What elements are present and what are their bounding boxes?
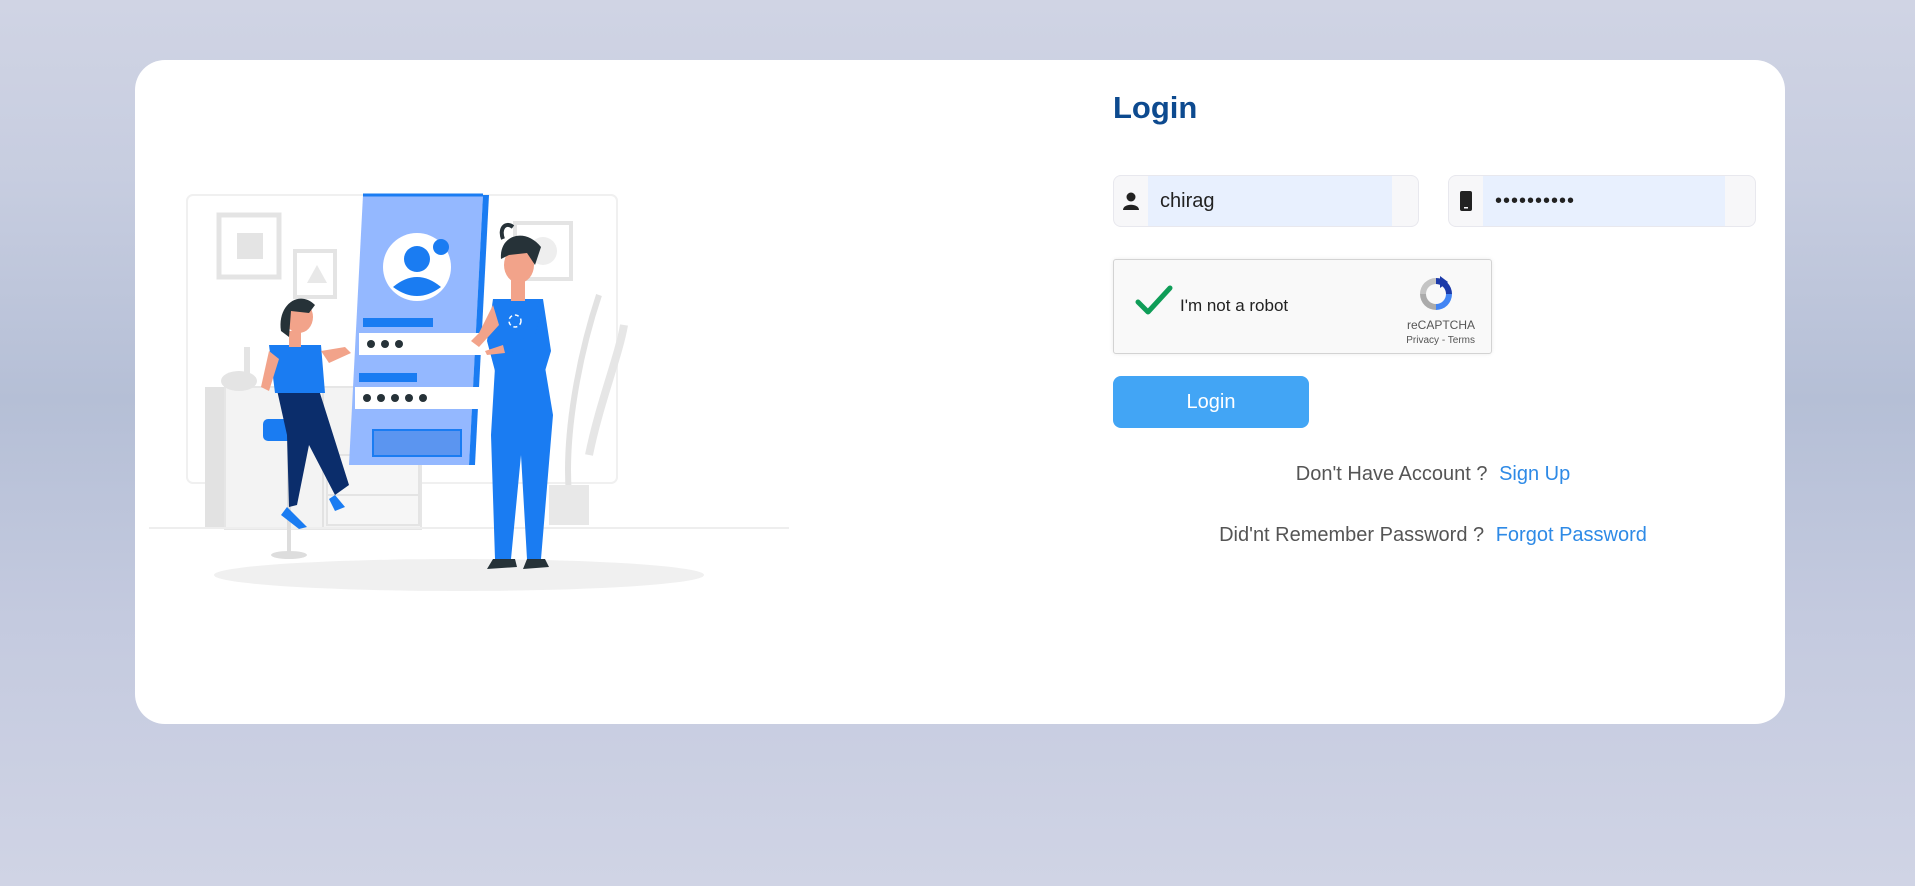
password-input[interactable] (1483, 176, 1725, 226)
recaptcha-widget: I'm not a robot reCAPTCHA Privacy - Term… (1113, 259, 1492, 354)
password-field[interactable] (1448, 175, 1756, 227)
recaptcha-links: Privacy - Terms (1406, 335, 1475, 346)
login-illustration (149, 193, 789, 591)
signup-row: Don't Have Account ? Sign Up (1113, 463, 1753, 486)
recaptcha-label: I'm not a robot (1180, 296, 1289, 315)
recaptcha-brand: reCAPTCHA (1406, 318, 1475, 332)
recaptcha-checkbox[interactable] (1134, 284, 1174, 323)
forgot-password-link[interactable]: Forgot Password (1496, 524, 1647, 546)
recaptcha-terms-link[interactable]: Terms (1448, 335, 1475, 346)
username-input[interactable] (1148, 176, 1392, 226)
recaptcha-link-separator: - (1439, 335, 1448, 346)
signup-link[interactable]: Sign Up (1499, 463, 1570, 485)
username-field[interactable] (1113, 175, 1419, 227)
login-card: Login I'm not a robot (135, 60, 1785, 724)
recaptcha-privacy-link[interactable]: Privacy (1406, 335, 1439, 346)
checkmark-icon (1135, 285, 1173, 315)
page-title: Login (1113, 90, 1198, 125)
mobile-phone-icon (1449, 176, 1483, 226)
forgot-password-row: Did'nt Remember Password ? Forgot Passwo… (1113, 524, 1753, 547)
forgot-password-prompt: Did'nt Remember Password ? (1219, 524, 1485, 546)
login-button[interactable]: Login (1113, 376, 1309, 428)
signup-prompt: Don't Have Account ? (1295, 463, 1488, 485)
recaptcha-logo-icon (1416, 274, 1456, 319)
user-icon (1114, 176, 1148, 226)
